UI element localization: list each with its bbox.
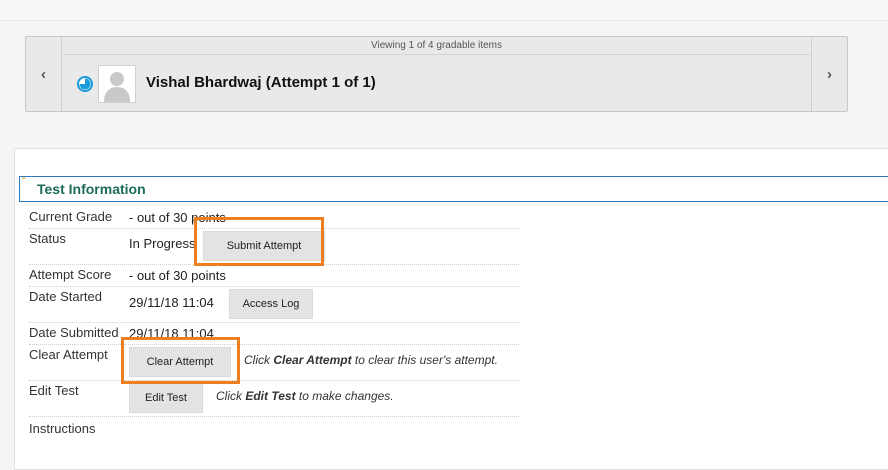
top-strip [0,0,888,21]
viewing-count: Viewing 1 of 4 gradable items [63,37,810,55]
row-label: Date Started [29,289,102,304]
in-progress-clock-icon [77,76,93,92]
hint-text: Click [216,389,246,403]
row-label: Clear Attempt [29,347,108,362]
section-header[interactable]: ˆ Test Information [19,176,888,202]
chevron-left-icon: ‹ [41,65,46,83]
date-started-value: 29/11/18 11:04 [129,295,214,310]
section-title: Test Information [37,181,146,197]
row-label: Date Submitted [29,325,119,340]
clear-attempt-highlight [121,337,240,384]
row-clear-attempt: Clear Attempt Clear Attempt Click Clear … [29,347,519,381]
hint-emphasis: Clear Attempt [273,353,352,367]
hint-emphasis: Edit Test [245,389,296,403]
row-date-submitted: Date Submitted 29/11/18 11:04 [29,325,519,345]
row-attempt-score: Attempt Score - out of 30 points [29,267,519,287]
edit-test-button[interactable]: Edit Test [129,383,203,413]
status-value: In Progress [129,236,196,251]
user-attempt-name: Vishal Bhardwaj (Attempt 1 of 1) [146,74,376,91]
edit-test-hint: Click Edit Test to make changes. [216,389,394,403]
hint-text: Click [244,353,274,367]
submit-attempt-highlight [194,217,324,266]
user-avatar [98,65,136,103]
chevron-right-icon: › [827,65,832,83]
attempt-score-value: - out of 30 points [129,268,226,283]
hint-text: to make changes. [295,389,394,403]
row-label: Edit Test [29,383,79,398]
row-label: Instructions [29,421,96,436]
attempt-navigator: ‹ Viewing 1 of 4 gradable items Vishal B… [25,36,848,112]
navigator-center: Viewing 1 of 4 gradable items Vishal Bha… [63,37,810,111]
row-label: Current Grade [29,209,113,224]
row-date-started: Date Started 29/11/18 11:04 Access Log [29,289,519,323]
previous-item-button[interactable]: ‹ [26,37,62,111]
row-label: Status [29,231,66,246]
row-edit-test: Edit Test Edit Test Click Edit Test to m… [29,383,519,417]
user-silhouette-icon [104,72,130,102]
collapse-icon[interactable]: ˆ [22,178,25,188]
hint-text: to clear this user's attempt. [351,353,498,367]
clear-attempt-hint: Click Clear Attempt to clear this user's… [244,353,498,367]
access-log-button[interactable]: Access Log [229,289,313,319]
row-instructions: Instructions [29,421,519,441]
next-item-button[interactable]: › [811,37,847,111]
test-information-panel: ˆ Test Information Current Grade - out o… [14,148,888,470]
row-label: Attempt Score [29,267,112,282]
